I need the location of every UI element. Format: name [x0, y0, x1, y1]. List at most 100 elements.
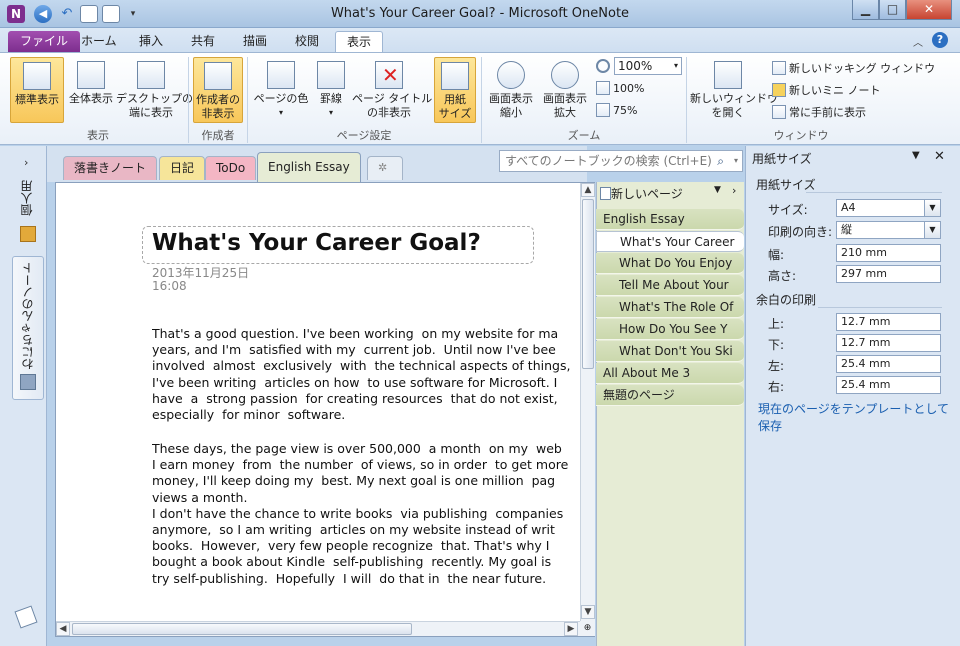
page-tab-skills[interactable]: What Don't You Ski [596, 341, 744, 362]
new-page-corner-icon[interactable]: ⊕ [580, 621, 595, 636]
tab-share[interactable]: 共有 [180, 31, 226, 52]
page-tab-english-essay[interactable]: English Essay [596, 209, 744, 230]
zoom-100-icon [596, 81, 610, 95]
bottom-margin-field[interactable]: 12.7 mm [836, 334, 941, 352]
save-as-template-link[interactable]: 現在のページをテンプレートとして保存 [758, 400, 960, 434]
collapse-pages-icon[interactable]: › [732, 184, 736, 197]
note-paragraph-1[interactable]: That's a good question. I've been workin… [152, 326, 580, 424]
task-pane-menu-icon[interactable]: ▼ [912, 150, 920, 161]
always-on-top-button[interactable]: 常に手前に表示 [772, 105, 866, 121]
size-label: サイズ: [768, 203, 808, 217]
normal-view-button[interactable]: 標準表示 [10, 57, 64, 123]
page-tab-enjoy[interactable]: What Do You Enjoy [596, 253, 744, 274]
scroll-right-icon[interactable]: ▶ [564, 622, 578, 636]
page-tab-tell-me[interactable]: Tell Me About Your [596, 275, 744, 296]
help-icon[interactable]: ? [932, 32, 948, 48]
window-group-label: ウィンドウ [773, 129, 829, 142]
width-field[interactable]: 210 mm [836, 244, 941, 262]
left-margin-field[interactable]: 25.4 mm [836, 355, 941, 373]
page-tab-all-about-me[interactable]: All About Me 3 [596, 363, 744, 384]
hide-authors-button[interactable]: 作成者の 非表示 [193, 57, 243, 123]
side-note-icon [772, 83, 786, 97]
collapse-ribbon-icon[interactable]: ︿ [913, 34, 923, 49]
minimize-button[interactable]: ▁ [852, 0, 879, 20]
page-tab-see-yourself[interactable]: How Do You See Y [596, 319, 744, 340]
top-margin-field[interactable]: 12.7 mm [836, 313, 941, 331]
page-title[interactable]: What's Your Career Goal? [152, 230, 481, 256]
zoom-combo[interactable]: 100% ▾ [614, 57, 682, 75]
tab-draw[interactable]: 描画 [232, 31, 278, 52]
hide-authors-icon [204, 62, 232, 90]
new-section-tab[interactable]: ✲ [367, 156, 403, 180]
zoom-75-button[interactable]: 75% [596, 103, 637, 119]
section-tab-todo[interactable]: ToDo [205, 156, 257, 180]
dropdown-arrow-icon[interactable]: ▼ [924, 222, 940, 238]
group-separator [247, 57, 248, 143]
hide-page-title-icon: ✕ [375, 61, 403, 89]
note-paragraph-2[interactable]: These days, the page view is over 500,00… [152, 441, 580, 589]
new-window-button[interactable]: 新しいウィンドウ を開く [690, 57, 778, 123]
paper-size-icon [441, 62, 469, 90]
full-page-view-button[interactable]: 全体表示 [66, 57, 116, 123]
pin-icon [772, 105, 786, 119]
unfiled-notes-icon[interactable] [14, 605, 38, 629]
height-field[interactable]: 297 mm [836, 265, 941, 283]
zoom-in-icon [551, 61, 579, 89]
group-separator [481, 57, 482, 143]
zoom-out-button[interactable]: 画面表示 縮小 [486, 57, 536, 123]
section-tab-english-essay[interactable]: English Essay [257, 152, 361, 182]
page-color-icon [267, 61, 295, 89]
scroll-up-icon[interactable]: ▲ [581, 183, 595, 197]
section-tab-graffiti[interactable]: 落書きノート [63, 156, 158, 180]
zoom-in-button[interactable]: 画面表示 拡大 [538, 57, 592, 123]
ribbon-tab-row: ファイル ホーム 挿入 共有 描画 校閲 表示 ︿ ? [0, 28, 960, 52]
new-docked-window-button[interactable]: 新しいドッキング ウィンドウ [772, 61, 935, 77]
dropdown-arrow-icon[interactable]: ▼ [924, 200, 940, 216]
size-select[interactable]: A4 ▼ [836, 199, 941, 217]
orientation-select[interactable]: 縦 ▼ [836, 221, 941, 239]
new-page-icon [600, 187, 611, 200]
task-pane-close-icon[interactable]: ✕ [934, 149, 945, 164]
title-bar: N ◀ ↶ ▾ What's Your Career Goal? - Micro… [0, 0, 960, 28]
dock-to-desktop-button[interactable]: デスクトップの 端に表示 [116, 57, 193, 123]
right-margin-field[interactable]: 25.4 mm [836, 376, 941, 394]
zoom-magnifier-icon [596, 59, 610, 73]
tab-insert[interactable]: 挿入 [128, 31, 174, 52]
personal-notebook-icon [20, 226, 36, 242]
new-page-button[interactable]: 新しいページ ▼ › [600, 184, 740, 202]
search-scope-dropdown-icon[interactable]: ▾ [734, 151, 738, 171]
left-margin-label: 左: [768, 359, 785, 373]
page-tab-role[interactable]: What's The Role Of [596, 297, 744, 318]
zoom-group-label: ズーム [567, 129, 601, 142]
vertical-scroll-thumb[interactable] [582, 199, 594, 369]
tab-view[interactable]: 表示 [335, 31, 384, 52]
new-side-note-button[interactable]: 新しいミニ ノート [772, 83, 881, 99]
top-margin-label: 上: [768, 317, 785, 331]
window-title: What's Your Career Goal? - Microsoft One… [330, 6, 630, 21]
tab-home[interactable]: ホーム [70, 31, 128, 52]
expand-nav-icon[interactable]: › [24, 156, 28, 169]
hide-page-title-button[interactable]: ✕ ページ タイトル の非表示 [352, 57, 432, 123]
view-group-label: 表示 [87, 129, 109, 142]
horizontal-scrollbar[interactable]: ◀ ▶ [56, 621, 580, 636]
search-input[interactable]: すべてのノートブックの検索 (Ctrl+E) ⌕ ▾ [499, 150, 743, 172]
vertical-scrollbar[interactable]: ▲ ▼ [580, 183, 595, 621]
tab-review[interactable]: 校閲 [284, 31, 330, 52]
normal-view-icon [23, 62, 51, 90]
new-page-dropdown-icon[interactable]: ▼ [714, 185, 721, 195]
close-button[interactable]: ✕ [906, 0, 952, 20]
page-color-button[interactable]: ページの色 ▾ [252, 57, 310, 123]
zoom-out-icon [497, 61, 525, 89]
horizontal-scroll-thumb[interactable] [72, 623, 412, 635]
scroll-down-icon[interactable]: ▼ [581, 605, 595, 619]
page-tab-career-goal[interactable]: What's Your Career [596, 231, 744, 252]
scroll-left-icon[interactable]: ◀ [56, 622, 70, 636]
section-tab-diary[interactable]: 日記 [159, 156, 206, 180]
paper-size-button[interactable]: 用紙 サイズ [434, 57, 476, 123]
page-tab-untitled[interactable]: 無題のページ [596, 385, 744, 406]
zoom-100-button[interactable]: 100% [596, 81, 644, 97]
new-window-icon [714, 61, 742, 89]
rule-lines-button[interactable]: 罫線 ▾ [312, 57, 350, 123]
maximize-button[interactable]: □ [879, 0, 906, 20]
ribbon: 標準表示 全体表示 デスクトップの 端に表示 表示 作成者の 非表示 作成者 ペ… [0, 52, 960, 145]
